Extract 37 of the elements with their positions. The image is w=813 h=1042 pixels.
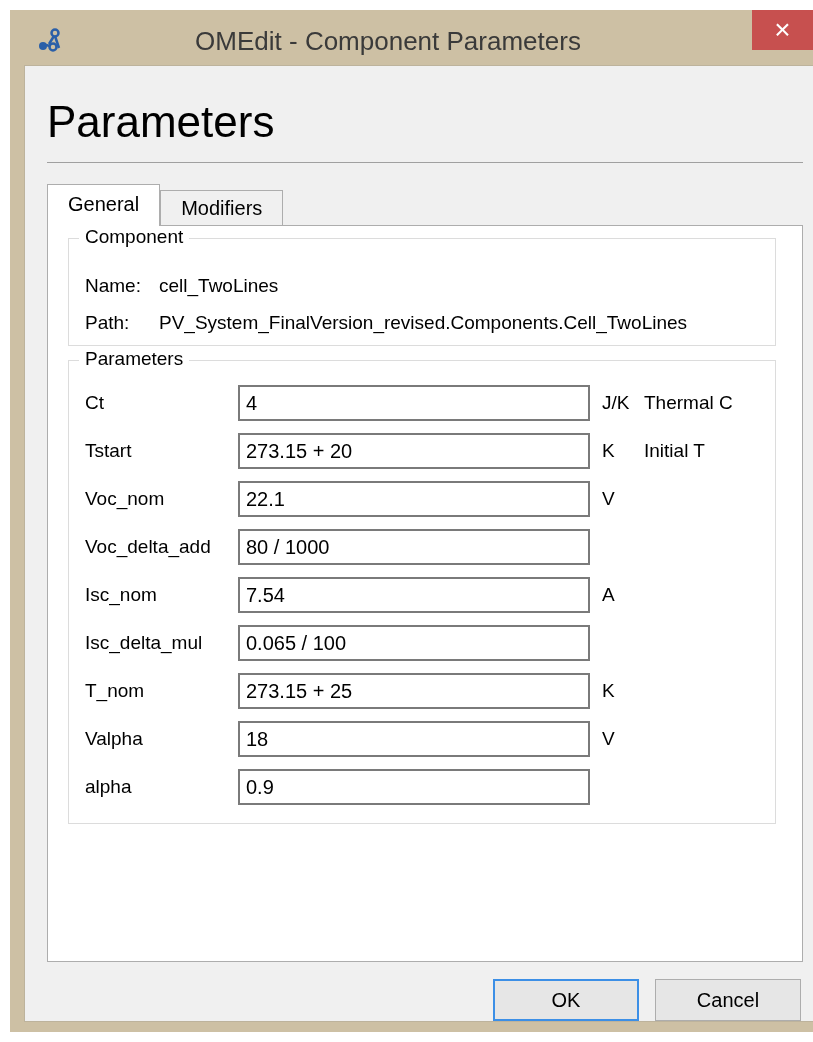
parameter-input[interactable]: 80 / 1000 [238, 529, 590, 565]
field-value: cell_TwoLines [159, 274, 279, 298]
close-button[interactable]: × [752, 10, 813, 50]
field-label: Path: [85, 311, 131, 335]
parameter-description: Initial T [644, 440, 705, 462]
parameter-name: T_nom [85, 680, 146, 702]
unit-label: V [602, 728, 615, 749]
parameter-input[interactable]: 273.15 + 25 [238, 673, 590, 709]
dialog-button[interactable]: OK [493, 979, 639, 1021]
unit-label: J/K [602, 392, 630, 413]
dialog-heading: Parameters [47, 96, 276, 148]
field-value: PV_System_FinalVersion_revised.Components.Cell_TwoLines [159, 311, 688, 335]
dialog-button[interactable]: Cancel [655, 979, 801, 1021]
tab[interactable]: General [47, 184, 161, 226]
tab[interactable]: Modifiers [160, 190, 284, 225]
parameter-description: Thermal C [644, 392, 733, 414]
parameter-name: alpha [85, 776, 133, 798]
unit-label: V [602, 488, 615, 509]
unit-label: A [602, 584, 615, 605]
parameter-name: Valpha [85, 728, 144, 750]
unit-label: K [602, 680, 615, 701]
field-label: Name: [85, 274, 142, 298]
parameter-name: Isc_delta_mul [85, 632, 204, 654]
parameter-input[interactable]: 273.15 + 20 [238, 433, 590, 469]
parameter-name: Ct [85, 392, 105, 414]
parameter-input[interactable]: 18 [238, 721, 590, 757]
parameter-name: Isc_nom [85, 584, 158, 606]
unit-label: K [602, 440, 615, 461]
parameter-name: Tstart [85, 440, 133, 462]
window-title: OMEdit - Component Parameters [194, 26, 582, 57]
parameter-input[interactable]: 4 [238, 385, 590, 421]
parameter-input[interactable]: 7.54 [238, 577, 590, 613]
parameter-input[interactable]: 0.9 [238, 769, 590, 805]
parameter-input[interactable]: 22.1 [238, 481, 590, 517]
parameter-name: Voc_nom [85, 488, 166, 510]
parameter-input[interactable]: 0.065 / 100 [238, 625, 590, 661]
parameter-name: Voc_delta_add [85, 536, 212, 558]
